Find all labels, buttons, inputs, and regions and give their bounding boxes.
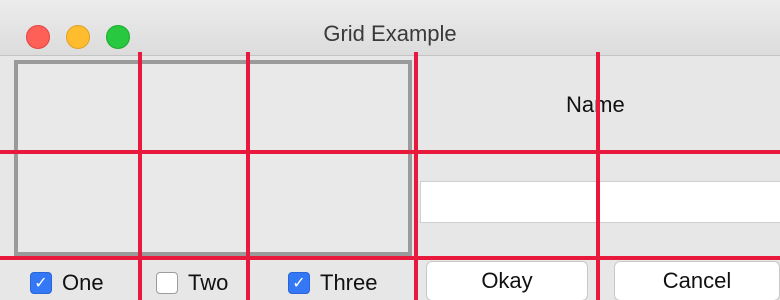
image-panel: [14, 60, 412, 256]
content-area: Name ✓ One Two ✓ Three Okay Cancel: [0, 56, 780, 300]
grid-line-vertical: [138, 52, 142, 300]
checkbox-one[interactable]: ✓ One: [30, 266, 104, 300]
checkbox-unchecked-icon[interactable]: [156, 272, 178, 294]
checkbox-two[interactable]: Two: [156, 266, 228, 300]
checkbox-two-label: Two: [188, 270, 229, 295]
grid-line-vertical: [596, 52, 600, 300]
cancel-button[interactable]: Cancel: [614, 261, 780, 300]
grid-line-vertical: [414, 52, 418, 300]
grid-line-vertical: [246, 52, 250, 300]
app-window: Grid Example Name ✓ One Two ✓ Three Okay…: [0, 0, 780, 300]
title-bar[interactable]: Grid Example: [0, 0, 780, 56]
checkbox-checked-icon[interactable]: ✓: [30, 272, 52, 294]
checkbox-checked-icon[interactable]: ✓: [288, 272, 310, 294]
grid-line-horizontal: [0, 150, 780, 154]
checkbox-three-label: Three: [320, 270, 378, 295]
okay-button[interactable]: Okay: [426, 261, 588, 300]
checkbox-one-label: One: [62, 270, 104, 295]
checkbox-three[interactable]: ✓ Three: [288, 266, 377, 300]
name-input[interactable]: [420, 181, 780, 223]
grid-line-horizontal: [0, 256, 780, 260]
window-title: Grid Example: [323, 21, 457, 46]
